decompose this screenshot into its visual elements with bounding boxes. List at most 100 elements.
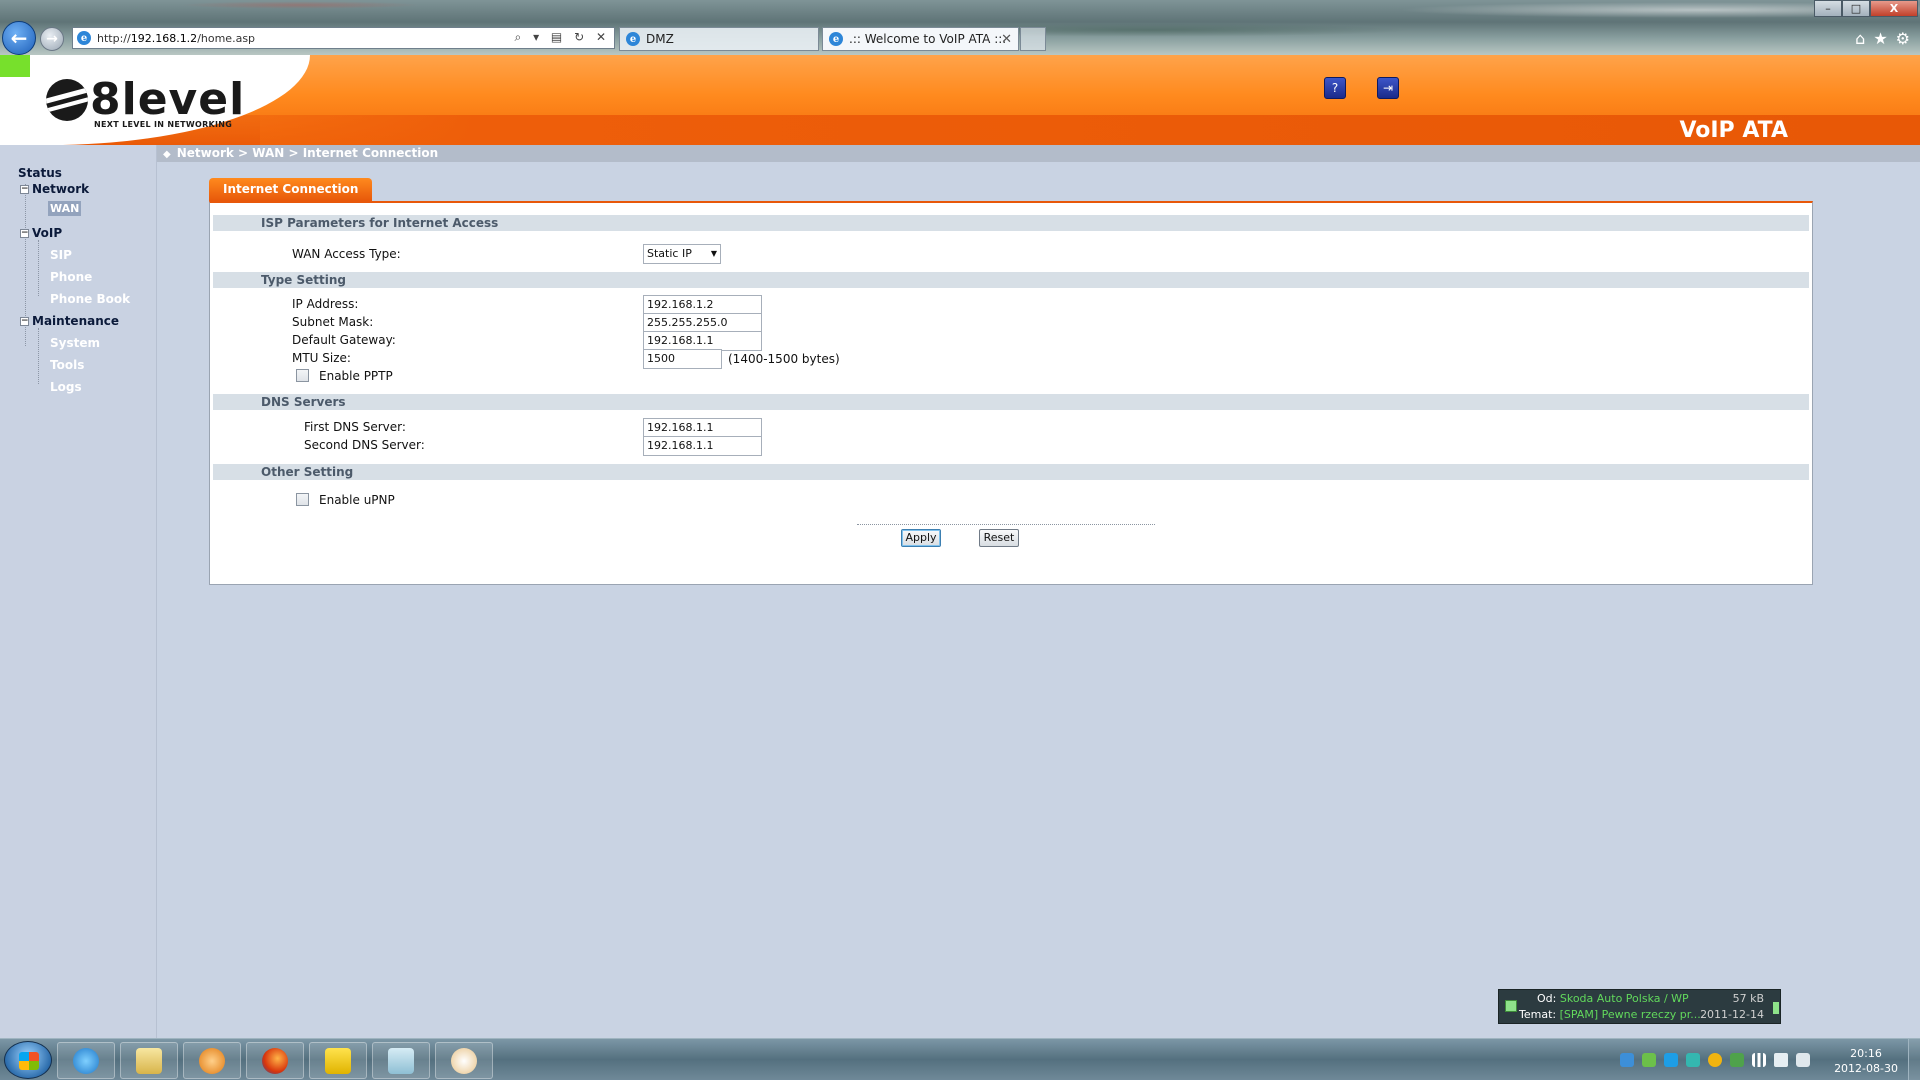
url-prefix: http://	[97, 31, 131, 45]
sidebar-item-logs[interactable]: Logs	[50, 380, 82, 394]
action-center-flag-icon[interactable]	[1796, 1053, 1810, 1067]
enable-upnp-checkbox[interactable]	[296, 493, 309, 506]
tab-voip-ata[interactable]: e .:: Welcome to VoIP ATA ::. ✕	[822, 27, 1019, 51]
firefox-icon	[262, 1047, 288, 1074]
back-button[interactable]: ←	[2, 21, 36, 55]
logout-icon[interactable]: ⇥	[1377, 77, 1399, 99]
tab-label: .:: Welcome to VoIP ATA ::.	[849, 32, 1007, 46]
url-host: 192.168.1.2	[130, 31, 198, 45]
sidebar: Status − Network WAN − VoIP SIP Phone Ph…	[0, 145, 157, 1038]
close-window-button[interactable]: X	[1870, 0, 1918, 17]
mail-icon	[1505, 1000, 1517, 1012]
collapse-icon[interactable]: −	[20, 184, 29, 194]
first-dns-input[interactable]: 192.168.1.1	[643, 418, 762, 438]
taskbar-internet-explorer[interactable]	[57, 1042, 115, 1079]
window-controls: – □ X	[1814, 0, 1918, 17]
ip-address-label: IP Address:	[292, 297, 359, 311]
tray-green-icon[interactable]	[1642, 1053, 1656, 1067]
tab-label: DMZ	[646, 32, 674, 46]
forward-button[interactable]: →	[40, 27, 64, 51]
windows-logo-icon	[19, 1052, 39, 1070]
taskbar-explorer[interactable]	[120, 1042, 178, 1079]
tools-gear-icon[interactable]: ⚙	[1896, 29, 1910, 48]
help-icon[interactable]: ?	[1324, 77, 1346, 99]
sidebar-item-phone[interactable]: Phone	[50, 270, 92, 284]
section-dns-servers: DNS Servers	[213, 394, 1809, 410]
apply-button[interactable]: Apply	[901, 529, 941, 547]
sidebar-group-label: Maintenance	[32, 314, 120, 328]
tray-sync-icon[interactable]	[1620, 1053, 1634, 1067]
default-gateway-input[interactable]: 192.168.1.1	[643, 331, 762, 351]
mtu-size-input[interactable]: 1500	[643, 349, 722, 369]
start-button[interactable]	[4, 1041, 52, 1079]
minimize-button[interactable]: –	[1814, 0, 1842, 17]
second-dns-input[interactable]: 192.168.1.1	[643, 436, 762, 456]
ie-tab-icon: e	[829, 32, 843, 46]
enable-pptp-checkbox[interactable]	[296, 369, 309, 382]
address-bar[interactable]: e http://192.168.1.2/home.asp ⌕ ▾ ▤ ↻ ✕	[72, 27, 615, 49]
clock-time: 20:16	[1850, 1047, 1882, 1060]
from-value: Skoda Auto Polska / WP	[1559, 992, 1689, 1005]
collapse-icon[interactable]: −	[20, 316, 29, 326]
sidebar-item-status[interactable]: Status	[18, 166, 62, 180]
taskbar-firefox[interactable]	[246, 1042, 304, 1079]
url-path: /home.asp	[197, 31, 256, 45]
mail-notification[interactable]: Od: Skoda Auto Polska / WP 57 kB Temat: …	[1498, 989, 1781, 1024]
wan-access-type-select[interactable]: Static IP ▼	[643, 244, 721, 264]
ie-page-icon: e	[77, 31, 91, 45]
back-arrow-icon: ←	[10, 26, 28, 50]
tray-alert-icon[interactable]	[1708, 1053, 1722, 1067]
tray-skype-icon[interactable]	[1664, 1053, 1678, 1067]
sidebar-item-wan[interactable]: WAN	[48, 201, 82, 216]
notification-date: 2011-12-14	[1700, 1008, 1764, 1021]
tree-line	[38, 328, 39, 384]
subject-value: [SPAM] Pewne rzeczy pr...	[1559, 1008, 1701, 1021]
section-type-setting: Type Setting	[213, 272, 1809, 288]
subnet-mask-input[interactable]: 255.255.255.0	[643, 313, 762, 333]
sidebar-item-tools[interactable]: Tools	[50, 358, 84, 372]
header-green-block	[0, 55, 30, 77]
sidebar-group-maintenance[interactable]: − Maintenance	[20, 314, 119, 328]
sidebar-group-network[interactable]: − Network	[20, 182, 89, 196]
url-text[interactable]: http://192.168.1.2/home.asp	[97, 32, 255, 45]
home-icon[interactable]: ⌂	[1855, 29, 1865, 48]
sidebar-item-system[interactable]: System	[50, 336, 100, 350]
subject-label: Temat:	[1519, 1008, 1557, 1021]
network-signal-icon[interactable]	[1752, 1053, 1766, 1067]
brand-logo: 8level	[46, 74, 246, 125]
default-gateway-label: Default Gateway:	[292, 333, 396, 347]
collapse-icon[interactable]: −	[20, 228, 29, 238]
taskbar-notepad[interactable]	[372, 1042, 430, 1079]
volume-icon[interactable]	[1774, 1053, 1788, 1067]
taskbar-clock[interactable]: 20:16 2012-08-30	[1834, 1046, 1898, 1076]
tray-security-icon[interactable]	[1730, 1053, 1744, 1067]
ip-address-input[interactable]: 192.168.1.2	[643, 295, 762, 315]
breadcrumb-diamond-icon: ◆	[163, 149, 171, 160]
taskbar-media-player[interactable]	[183, 1042, 241, 1079]
notification-subject: Temat: [SPAM] Pewne rzeczy pr...	[1519, 1008, 1701, 1021]
forward-arrow-icon: →	[46, 31, 58, 47]
folder-icon	[136, 1047, 162, 1074]
taskbar-paint[interactable]	[435, 1042, 493, 1079]
show-desktop-button[interactable]	[1908, 1039, 1920, 1080]
address-bar-icons[interactable]: ⌕ ▾ ▤ ↻ ✕	[515, 30, 610, 45]
enable-pptp-label: Enable PPTP	[319, 369, 393, 383]
tab-dmz[interactable]: e DMZ	[619, 27, 819, 51]
logo-text: 8level	[90, 74, 246, 125]
page-header: 8level NEXT LEVEL IN NETWORKING ? ⇥ VoIP…	[0, 55, 1920, 145]
sidebar-item-phone-book[interactable]: Phone Book	[50, 292, 130, 306]
sidebar-group-voip[interactable]: − VoIP	[20, 226, 62, 240]
maximize-button[interactable]: □	[1842, 0, 1870, 17]
tray-monitor-icon[interactable]	[1686, 1053, 1700, 1067]
second-dns-label: Second DNS Server:	[304, 438, 425, 452]
sidebar-item-sip[interactable]: SIP	[50, 248, 72, 262]
reset-button[interactable]: Reset	[979, 529, 1019, 547]
close-tab-icon[interactable]: ✕	[1001, 32, 1012, 47]
breadcrumb: ◆ Network > WAN > Internet Connection	[157, 145, 1920, 162]
new-tab-button[interactable]	[1020, 27, 1046, 51]
notepad-icon	[388, 1047, 414, 1074]
section-other-setting: Other Setting	[213, 464, 1809, 480]
taskbar-the-bat[interactable]	[309, 1042, 367, 1079]
tab-internet-connection[interactable]: Internet Connection	[209, 178, 373, 201]
favorites-star-icon[interactable]: ★	[1873, 29, 1887, 48]
